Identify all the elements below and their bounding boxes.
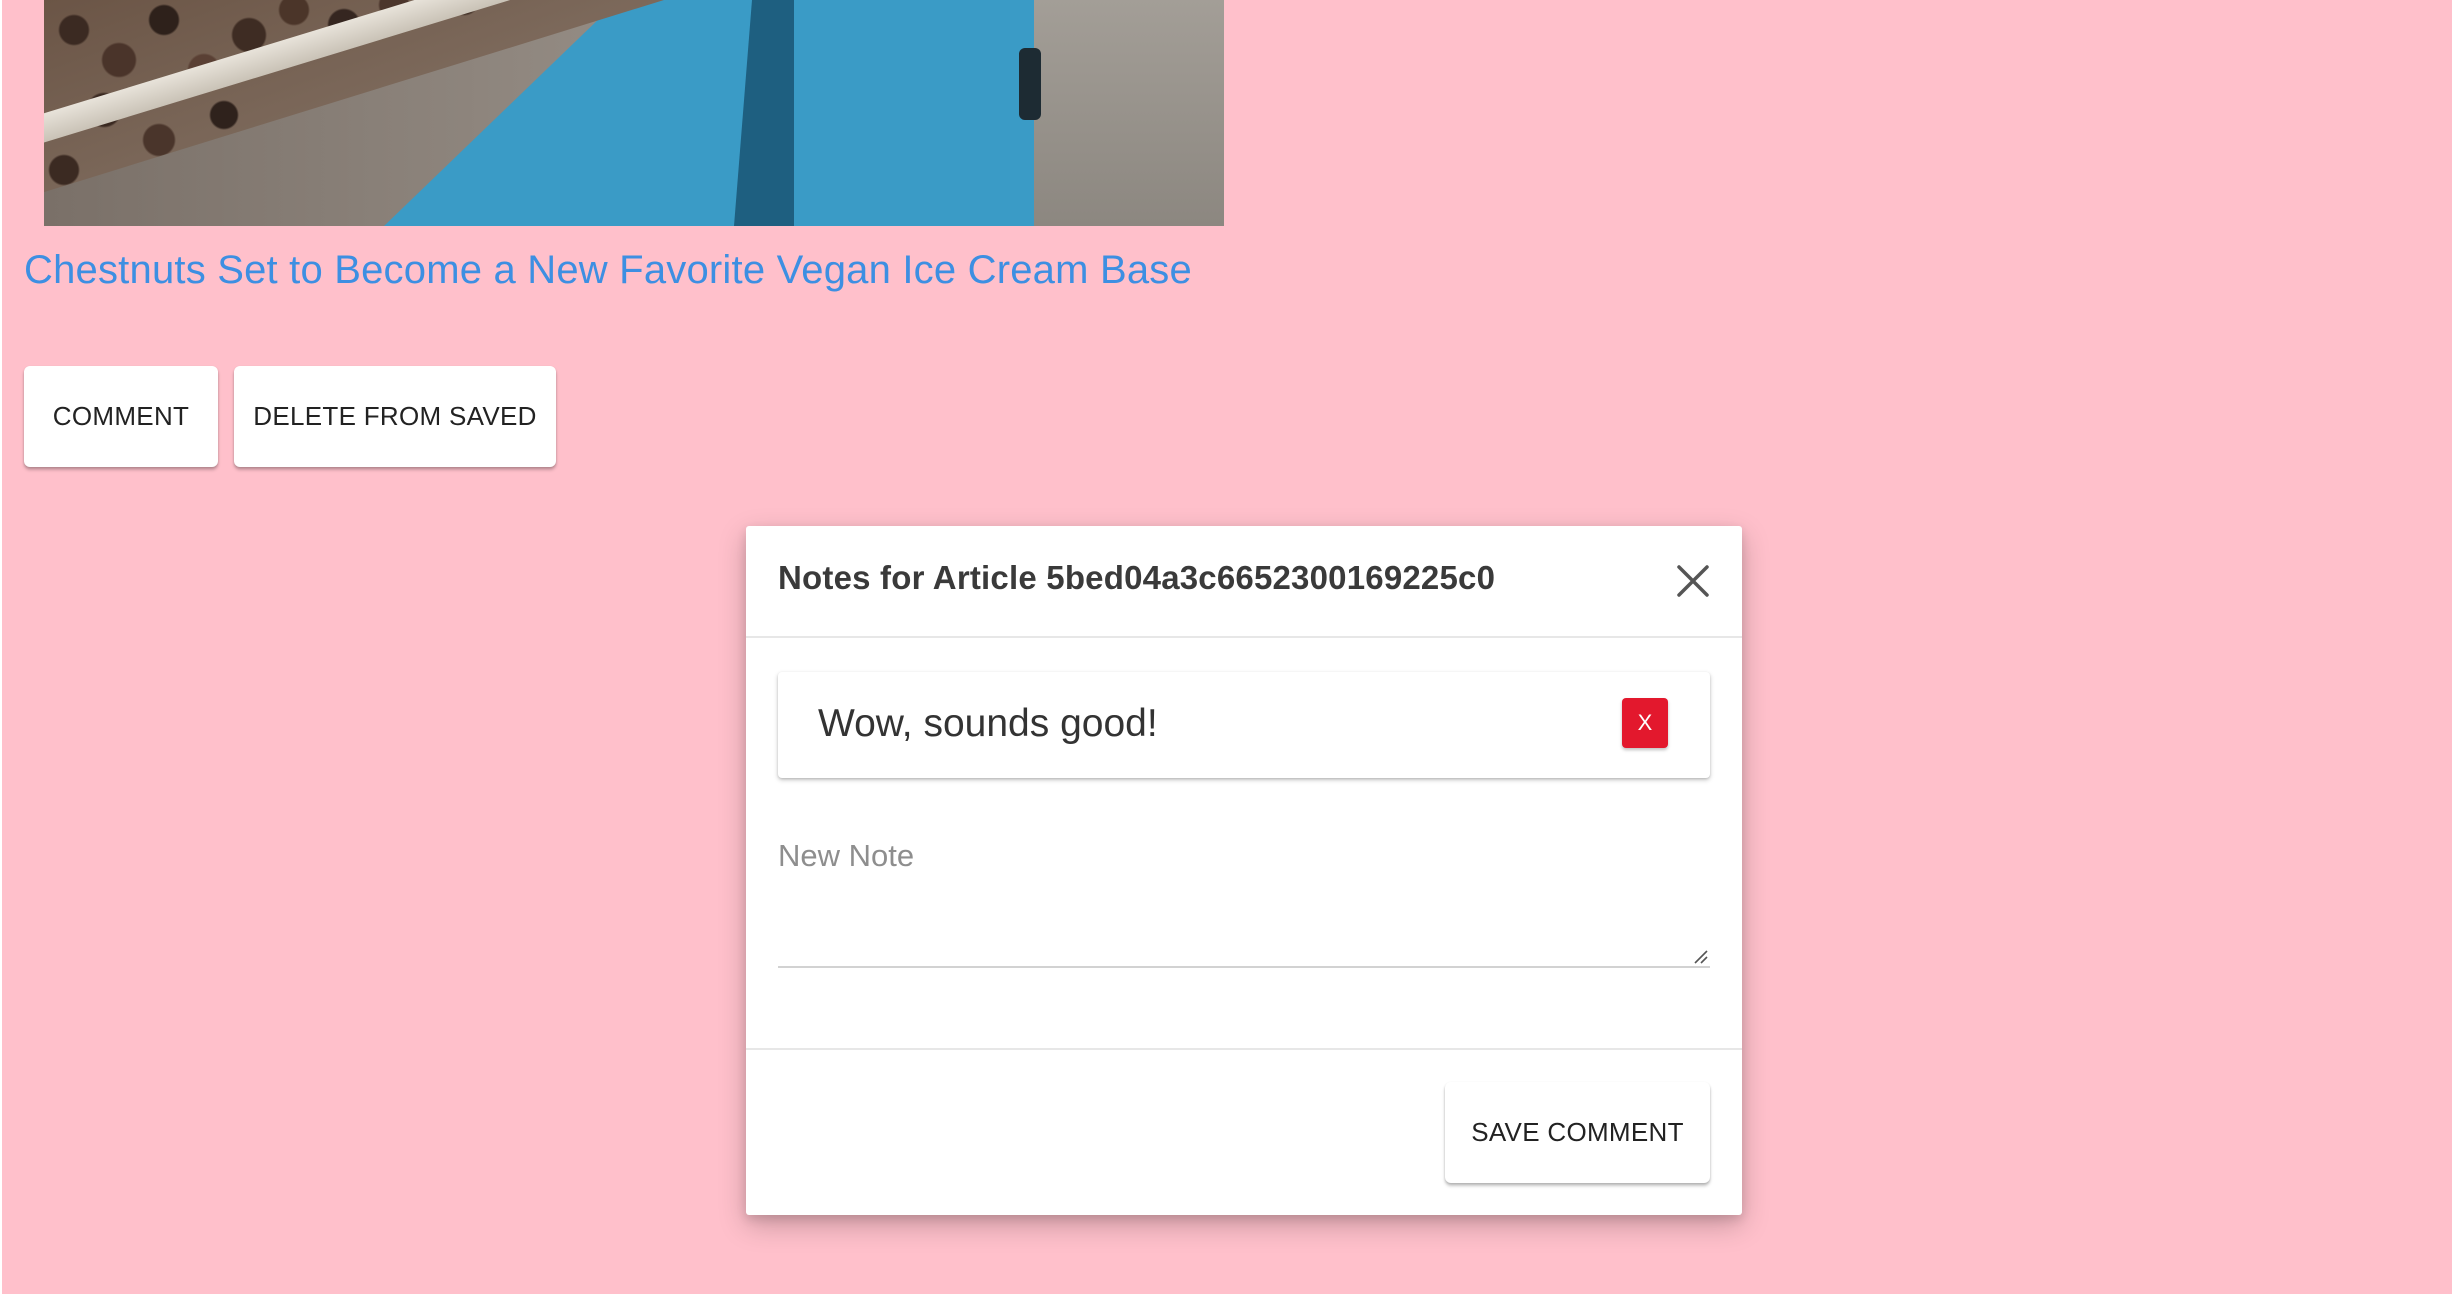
article-title-link[interactable]: Chestnuts Set to Become a New Favorite V…: [24, 248, 1192, 293]
note-text: Wow, sounds good!: [818, 702, 1158, 745]
resize-handle-icon[interactable]: [1692, 948, 1708, 964]
new-note-textarea[interactable]: [778, 826, 1710, 966]
close-icon[interactable]: [1674, 562, 1712, 600]
new-note-field-wrapper: [778, 826, 1710, 968]
notes-modal: Notes for Article 5bed04a3c6652300169225…: [746, 526, 1742, 1215]
article-image[interactable]: [44, 0, 1224, 226]
note-item: Wow, sounds good! X: [778, 672, 1710, 778]
delete-note-button[interactable]: X: [1622, 698, 1668, 748]
modal-header: Notes for Article 5bed04a3c6652300169225…: [746, 526, 1742, 638]
comment-button[interactable]: COMMENT: [24, 366, 218, 467]
modal-title: Notes for Article 5bed04a3c6652300169225…: [778, 559, 1496, 596]
bottom-strip: [0, 1294, 2452, 1312]
save-comment-button[interactable]: SAVE COMMENT: [1445, 1082, 1710, 1183]
modal-footer: SAVE COMMENT: [746, 1048, 1742, 1215]
delete-from-saved-button[interactable]: DELETE FROM SAVED: [234, 366, 556, 467]
page: Chestnuts Set to Become a New Favorite V…: [0, 0, 2452, 1294]
